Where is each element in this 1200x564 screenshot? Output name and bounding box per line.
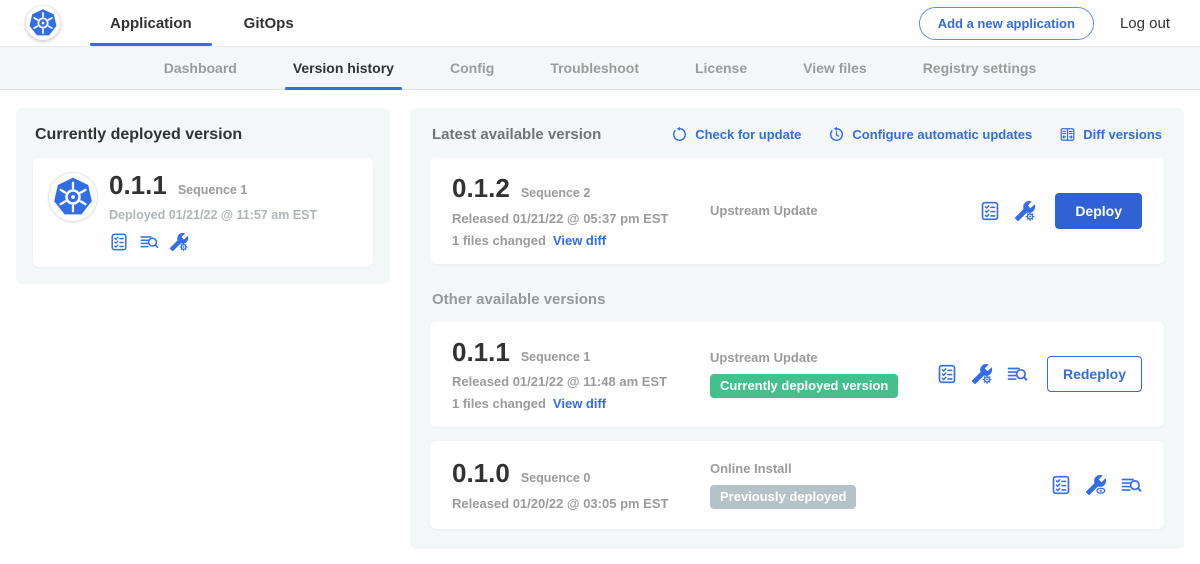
sequence-label: Sequence 2 [521,186,590,200]
schedule-update-icon [828,126,845,143]
refresh-icon [671,126,688,143]
top-nav-actions: Add a new application Log out [919,7,1170,40]
config-gear-icon[interactable] [971,363,993,385]
source-label: Online Install [710,461,1040,476]
tab-config[interactable]: Config [422,47,522,89]
add-application-button[interactable]: Add a new application [919,7,1094,40]
tab-application[interactable]: Application [84,0,218,46]
released-timestamp: Released 01/20/22 @ 03:05 pm EST [452,496,710,511]
released-timestamp: Released 01/21/22 @ 05:37 pm EST [452,211,710,226]
preflight-checks-icon[interactable] [936,363,958,385]
currently-deployed-badge: Currently deployed version [710,374,898,398]
view-diff-link[interactable]: View diff [553,396,606,411]
tab-dashboard[interactable]: Dashboard [136,47,265,89]
version-number: 0.1.1 [452,338,510,367]
version-info: 0.1.2 Sequence 2 Released 01/21/22 @ 05:… [452,174,710,248]
version-card: 0.1.2 Sequence 2 Released 01/21/22 @ 05:… [430,158,1164,264]
top-nav: Application GitOps Add a new application… [0,0,1200,46]
kubernetes-logo [26,6,60,40]
diff-icon [1059,126,1076,143]
deploy-button[interactable]: Deploy [1055,193,1142,229]
kubernetes-wheel-icon [28,8,58,38]
sequence-label: Sequence 0 [521,471,590,485]
check-for-update-link[interactable]: Check for update [671,126,801,143]
deployed-version-info: 0.1.1 Sequence 1 Deployed 01/21/22 @ 11:… [109,171,317,252]
other-versions-heading: Other available versions [432,291,1162,308]
released-timestamp: Released 01/21/22 @ 11:48 am EST [452,374,710,389]
diff-versions-link[interactable]: Diff versions [1059,126,1162,143]
version-actions: Check for update Configure automatic upd… [671,126,1162,143]
deployed-version-number: 0.1.1 [109,171,167,200]
deployed-version-card: 0.1.1 Sequence 1 Deployed 01/21/22 @ 11:… [33,158,373,267]
check-for-update-label: Check for update [695,127,801,142]
version-card: 0.1.0 Sequence 0 Released 01/20/22 @ 03:… [430,441,1164,529]
kubernetes-wheel-icon [52,176,94,218]
version-card-actions: Deploy [979,193,1142,229]
source-label: Upstream Update [710,350,926,365]
tab-view-files[interactable]: View files [775,47,895,89]
tab-gitops[interactable]: GitOps [218,0,320,46]
view-diff-link[interactable]: View diff [553,233,606,248]
version-number: 0.1.2 [452,174,510,203]
latest-version-header: Latest available version Check for updat… [432,126,1162,143]
files-changed-label: 1 files changed [452,233,546,248]
deployed-sequence-label: Sequence 1 [178,183,247,197]
version-info: 0.1.0 Sequence 0 Released 01/20/22 @ 03:… [452,459,710,511]
logout-button[interactable]: Log out [1120,15,1170,32]
deployed-action-icons [109,232,317,252]
app-sub-nav: Dashboard Version history Config Trouble… [0,46,1200,90]
version-card-actions: Redeploy [936,356,1142,392]
deployed-timestamp: Deployed 01/21/22 @ 11:57 am EST [109,208,317,222]
configure-automatic-updates-label: Configure automatic updates [852,127,1032,142]
latest-version-heading: Latest available version [432,126,601,143]
deploy-logs-icon[interactable] [139,232,159,252]
version-source: Upstream Update Currently deployed versi… [710,350,936,398]
currently-deployed-panel: Currently deployed version 0.1.1 Sequenc… [16,108,390,284]
config-gear-icon[interactable] [1014,200,1036,222]
tab-version-history[interactable]: Version history [265,47,422,89]
version-info: 0.1.1 Sequence 1 Released 01/21/22 @ 11:… [452,338,710,412]
app-logo [49,173,97,221]
version-source: Online Install Previously deployed [710,461,1050,509]
previously-deployed-badge: Previously deployed [710,485,856,509]
config-gear-icon[interactable] [169,232,189,252]
source-label: Upstream Update [710,203,969,218]
main-content: Currently deployed version 0.1.1 Sequenc… [0,90,1200,549]
preflight-checks-icon[interactable] [1050,474,1072,496]
deploy-logs-icon[interactable] [1120,474,1142,496]
deploy-logs-icon[interactable] [1006,363,1028,385]
tab-troubleshoot[interactable]: Troubleshoot [522,47,667,89]
files-changed-label: 1 files changed [452,396,546,411]
view-config-icon[interactable] [1085,474,1107,496]
preflight-checks-icon[interactable] [979,200,1001,222]
version-card: 0.1.1 Sequence 1 Released 01/21/22 @ 11:… [430,322,1164,428]
tab-registry-settings[interactable]: Registry settings [895,47,1065,89]
diff-versions-label: Diff versions [1083,127,1162,142]
sequence-label: Sequence 1 [521,350,590,364]
redeploy-button[interactable]: Redeploy [1047,356,1142,392]
version-number: 0.1.0 [452,459,510,488]
tab-license[interactable]: License [667,47,775,89]
preflight-checks-icon[interactable] [109,232,129,252]
deployed-panel-title: Currently deployed version [35,126,373,144]
version-source: Upstream Update [710,203,979,218]
version-card-actions [1050,474,1142,496]
top-nav-tabs: Application GitOps [84,0,320,46]
configure-automatic-updates-link[interactable]: Configure automatic updates [828,126,1032,143]
version-history-panel: Latest available version Check for updat… [410,108,1184,549]
